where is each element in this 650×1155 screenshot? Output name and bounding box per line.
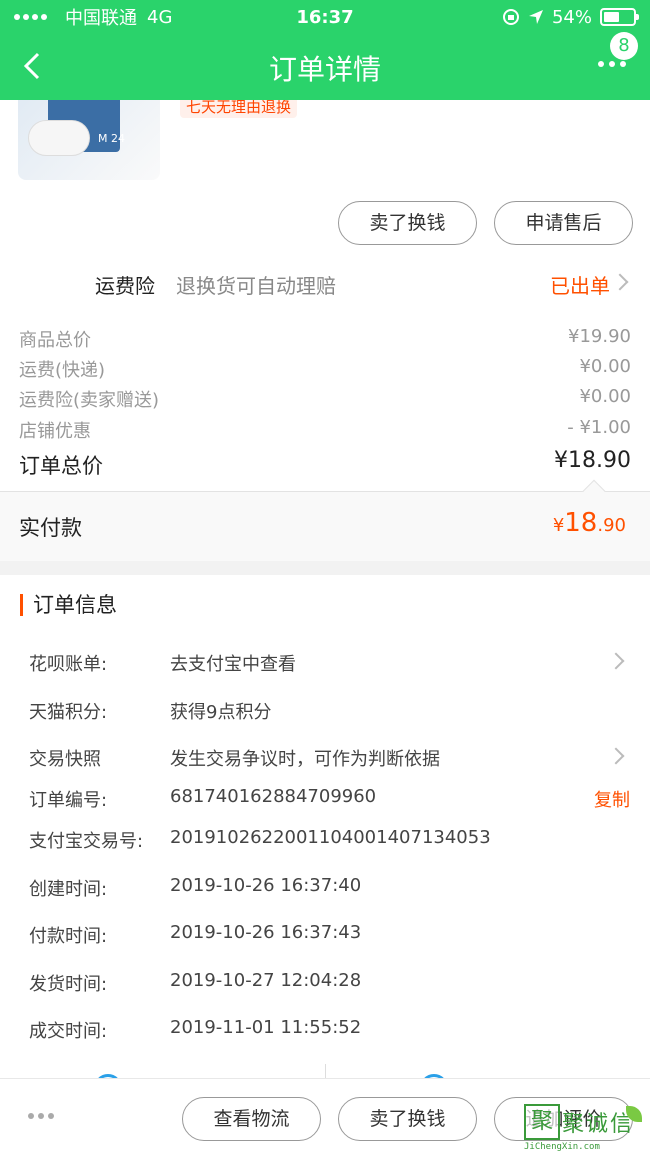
info-row-created: 创建时间: 2019-10-26 16:37:40 bbox=[0, 871, 650, 901]
sell-for-cash-button[interactable]: 卖了换钱 bbox=[338, 201, 477, 245]
info-key: 交易快照 bbox=[29, 749, 101, 770]
contact-divider bbox=[325, 1064, 326, 1078]
info-row-completed-time: 成交时间: 2019-11-01 11:55:52 bbox=[0, 1013, 650, 1043]
watermark-logo: 聚 聚诚信 JiChengXin.com bbox=[524, 1104, 644, 1152]
page-title: 订单详情 bbox=[268, 53, 381, 86]
info-value: 2019102622001104001407134053 bbox=[170, 827, 491, 848]
paid-label: 实付款 bbox=[19, 516, 82, 540]
info-row-shipped-time: 发货时间: 2019-10-27 12:04:28 bbox=[0, 966, 650, 996]
status-bar: 中国联通 4G 16:37 54% bbox=[0, 0, 650, 34]
paid-decimal: .90 bbox=[597, 515, 626, 536]
view-logistics-button[interactable]: 查看物流 bbox=[182, 1097, 321, 1141]
info-value: 2019-10-26 16:37:40 bbox=[170, 875, 362, 896]
return-policy-tag: 七天无理由退换 bbox=[180, 100, 298, 118]
info-value: 发生交易争议时，可作为判断依据 bbox=[170, 749, 440, 770]
insurance-label: 运费险 bbox=[95, 274, 155, 298]
shipping-insurance-row[interactable]: 运费险 退换货可自动理赔 已出单 bbox=[0, 256, 650, 308]
more-actions-icon[interactable] bbox=[28, 1113, 54, 1119]
battery-percent: 54% bbox=[551, 6, 592, 28]
price-line-discount: 店铺优惠 - ¥1.00 bbox=[0, 413, 650, 443]
order-info-title: 订单信息 bbox=[20, 594, 117, 616]
nav-bar: 订单详情 8 bbox=[0, 32, 650, 100]
rotation-lock-icon bbox=[502, 9, 519, 25]
battery-icon bbox=[600, 8, 639, 26]
after-sale-button[interactable]: 申请售后 bbox=[494, 201, 633, 245]
paid-integer: 18 bbox=[564, 508, 598, 538]
info-row-paid-time: 付款时间: 2019-10-26 16:37:43 bbox=[0, 918, 650, 948]
info-row-snapshot[interactable]: 交易快照 发生交易争议时，可作为判断依据 bbox=[0, 741, 650, 771]
paid-amount-block: 实付款 ¥18.90 bbox=[0, 479, 650, 561]
message-count-badge: 8 bbox=[610, 32, 638, 60]
price-line-label: 店铺优惠 bbox=[19, 421, 91, 442]
price-line-shipping: 运费(快递) ¥0.00 bbox=[0, 352, 650, 382]
info-value: 681740162884709960 bbox=[170, 786, 377, 807]
carrier-label: 中国联通 bbox=[65, 8, 137, 29]
watermark-box: 聚 bbox=[524, 1104, 560, 1140]
info-key: 支付宝交易号: bbox=[29, 831, 144, 852]
info-value: 2019-11-01 11:55:52 bbox=[170, 1017, 362, 1038]
info-value: 获得9点积分 bbox=[170, 702, 272, 723]
chevron-right-icon bbox=[607, 652, 625, 670]
info-value: 2019-10-26 16:37:43 bbox=[170, 922, 362, 943]
location-icon bbox=[528, 10, 543, 24]
order-total-row: 订单总价 ¥18.90 bbox=[0, 446, 650, 480]
price-line-label: 商品总价 bbox=[19, 330, 91, 351]
info-key: 成交时间: bbox=[29, 1021, 108, 1042]
order-total-value: ¥18.90 bbox=[554, 448, 631, 473]
signal-icon bbox=[14, 14, 47, 20]
info-key: 订单编号: bbox=[29, 790, 108, 811]
copy-button[interactable]: 复制 bbox=[594, 786, 630, 812]
info-key: 花呗账单: bbox=[29, 654, 108, 675]
price-line-value: ¥0.00 bbox=[579, 386, 631, 407]
info-row-alipay-trade: 支付宝交易号: 2019102622001104001407134053 bbox=[0, 823, 650, 853]
info-row-huabei[interactable]: 花呗账单: 去支付宝中查看 bbox=[0, 646, 650, 676]
insurance-description: 退换货可自动理赔 bbox=[176, 274, 336, 298]
info-key: 天猫积分: bbox=[29, 702, 108, 723]
info-value: 去支付宝中查看 bbox=[170, 654, 296, 675]
price-line-label: 运费(快递) bbox=[19, 360, 106, 381]
price-line-value: - ¥1.00 bbox=[567, 417, 631, 438]
product-item[interactable]: M 24 七天无理由退换 bbox=[0, 100, 650, 200]
price-line-insurance: 运费险(卖家赠送) ¥0.00 bbox=[0, 382, 650, 412]
info-key: 发货时间: bbox=[29, 974, 108, 995]
order-total-label: 订单总价 bbox=[19, 454, 103, 478]
watermark-sub: JiChengXin.com bbox=[524, 1142, 600, 1152]
product-image[interactable]: M 24 bbox=[18, 100, 160, 180]
info-value: 2019-10-27 12:04:28 bbox=[170, 970, 362, 991]
product-size-label: M 24 bbox=[98, 132, 125, 145]
paid-amount: ¥18.90 bbox=[553, 508, 626, 538]
chevron-right-icon bbox=[611, 273, 629, 291]
watermark-text: 聚诚信 bbox=[562, 1112, 635, 1137]
section-divider bbox=[0, 561, 650, 575]
sell-for-cash-bottom-button[interactable]: 卖了换钱 bbox=[338, 1097, 477, 1141]
battery-fill bbox=[604, 12, 619, 22]
price-line-value: ¥19.90 bbox=[568, 326, 631, 347]
chevron-right-icon bbox=[607, 747, 625, 765]
price-line-label: 运费险(卖家赠送) bbox=[19, 390, 160, 411]
paid-currency: ¥ bbox=[552, 515, 565, 536]
price-line-value: ¥0.00 bbox=[579, 356, 631, 377]
insurance-status: 已出单 bbox=[550, 274, 610, 298]
info-key: 创建时间: bbox=[29, 879, 108, 900]
price-line-subtotal: 商品总价 ¥19.90 bbox=[0, 322, 650, 352]
info-row-points: 天猫积分: 获得9点积分 bbox=[0, 694, 650, 724]
network-label: 4G bbox=[147, 6, 173, 28]
info-row-order-number: 订单编号: 681740162884709960 复制 bbox=[0, 782, 650, 812]
info-key: 付款时间: bbox=[29, 926, 108, 947]
